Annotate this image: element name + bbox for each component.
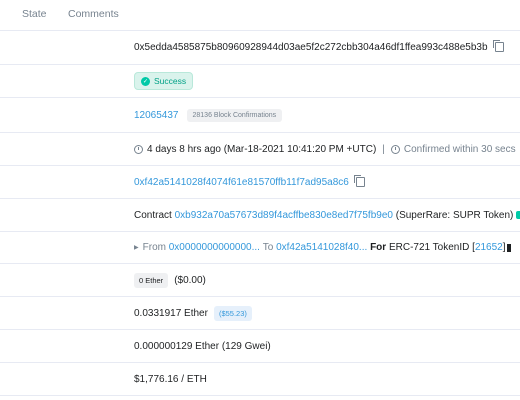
tx-hash-value: 0x5edda4585875b80960928944d03ae5f2c272cb… [134,41,488,53]
transfer-from-label: From [142,242,166,253]
row-status: ✓ Success [0,65,520,98]
from-address-link[interactable]: 0xf42a5141028f4074f61e81570ffb11f7ad95a8… [134,177,349,188]
clock-icon [134,144,143,154]
row-interacted-to: Contract 0xb932a70a57673d89f4acffbe830e8… [0,199,520,232]
token-label: ERC-721 TokenID [388,242,470,253]
fee-ether: 0.0331917 Ether [134,307,208,319]
tab-state[interactable]: State [22,8,47,20]
transfer-from-link[interactable]: 0x0000000000000... [169,242,260,253]
contract-name: (SuperRare: SUPR Token) [395,209,514,221]
fee-usd-badge: ($55.23) [213,305,252,321]
transfer-for-label: For [370,242,387,253]
row-token-transfer: ▶ From 0x0000000000000... To 0xf42a51410… [0,232,520,264]
value-ether-badge: 0 Ether [134,272,169,288]
row-block: 12065437 28136 Block Confirmations [0,98,520,133]
tab-comments[interactable]: Comments [68,8,119,20]
confirmed-within: Confirmed within 30 secs [403,143,516,155]
nft-thumbnail-icon[interactable] [506,243,511,252]
contract-address-link[interactable]: 0xb932a70a57673d89f4acffbe830e8ed7f75fb9… [175,210,393,221]
token-id-close: ] [502,242,506,253]
row-timestamp: 4 days 8 hrs ago (Mar-18-2021 10:41:20 P… [0,133,520,166]
copy-icon[interactable] [492,40,504,52]
check-circle-icon [516,211,520,219]
timestamp-value: 4 days 8 hrs ago (Mar-18-2021 10:41:20 P… [147,143,377,155]
block-confirmations-badge: 28136 Block Confirmations [186,108,283,122]
row-value: 0 Ether ($0.00) [0,264,520,297]
contract-prefix: Contract [134,209,172,221]
block-number-link[interactable]: 12065437 [134,110,179,121]
check-circle-icon: ✓ [141,76,150,86]
transfer-to-link[interactable]: 0xf42a5141028f40... [276,242,367,253]
row-ether-price: $1,776.16 / ETH [0,363,520,396]
value-usd: ($0.00) [174,274,206,286]
copy-icon[interactable] [353,175,365,187]
row-fee: 0.0331917 Ether ($55.23) [0,297,520,330]
status-badge: ✓ Success [134,72,194,90]
status-label: Success [154,76,187,86]
timestamp-separator: | [382,143,385,155]
row-from: 0xf42a5141028f4074f61e81570ffb11f7ad95a8… [0,166,520,199]
token-id-link[interactable]: 21652 [475,242,503,253]
gas-price-value: 0.000000129 Ether (129 Gwei) [134,340,271,352]
caret-right-icon: ▶ [134,245,139,251]
clock-icon [390,144,400,154]
transfer-to-label: To [262,242,274,253]
row-tx-hash: 0x5edda4585875b80960928944d03ae5f2c272cb… [0,30,520,65]
tabs-bar: State Comments [0,0,520,31]
ether-price-value: $1,776.16 / ETH [134,373,207,385]
row-gas-price: 0.000000129 Ether (129 Gwei) [0,330,520,363]
